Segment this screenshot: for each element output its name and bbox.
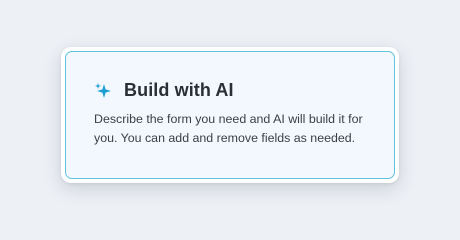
card-header: Build with AI [94, 80, 370, 101]
ai-build-card-content: Build with AI Describe the form you need… [65, 51, 395, 179]
ai-build-card[interactable]: Build with AI Describe the form you need… [61, 47, 399, 183]
card-title: Build with AI [124, 80, 234, 100]
card-description: Describe the form you need and AI will b… [94, 112, 363, 145]
sparkles-icon [94, 82, 112, 100]
